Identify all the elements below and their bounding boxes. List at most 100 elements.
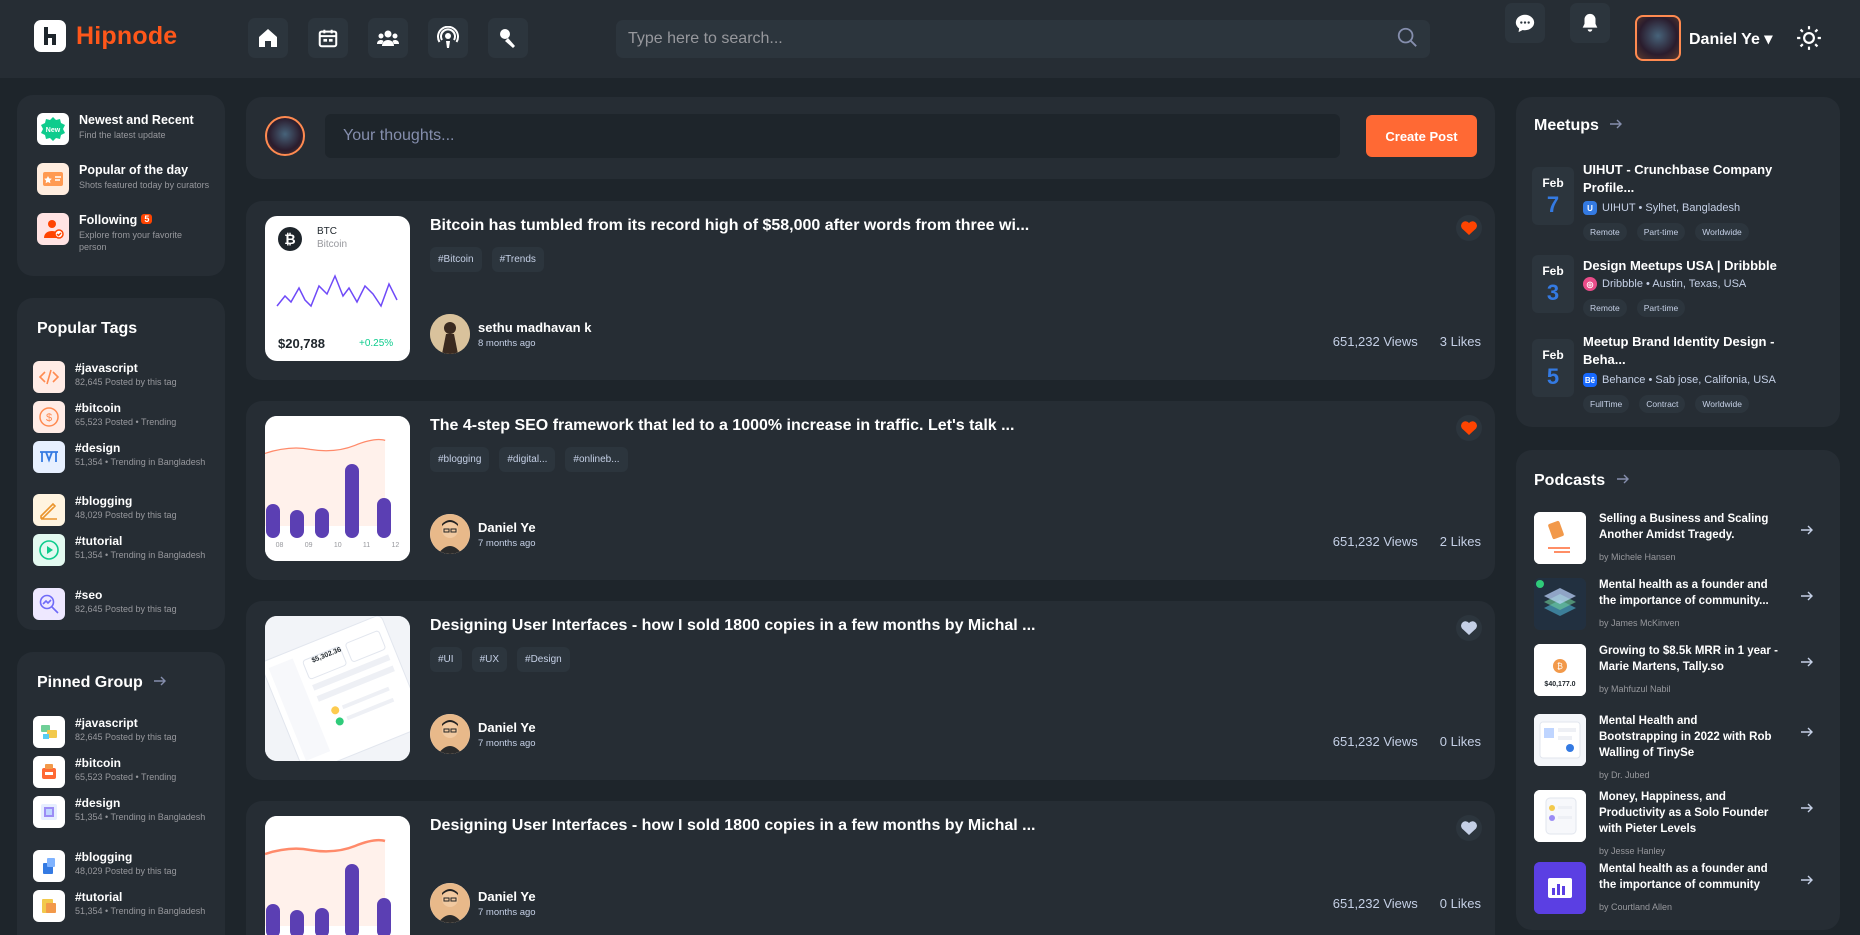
group-name: #blogging xyxy=(75,850,133,864)
group-thumb-icon xyxy=(33,796,65,828)
dashboard-thumbnail xyxy=(265,616,410,761)
svg-text:$: $ xyxy=(46,412,52,424)
post-author[interactable]: sethu madhavan k 8 months ago xyxy=(430,314,591,354)
meetup-month: Feb xyxy=(1542,348,1564,362)
post-tag[interactable]: #blogging xyxy=(430,447,490,472)
post-author[interactable]: Daniel Ye 7 months ago xyxy=(430,883,536,923)
axis-label: 11 xyxy=(362,542,371,549)
post-tag[interactable]: #UI xyxy=(430,647,462,672)
calendar-icon[interactable] xyxy=(308,18,348,58)
post-title[interactable]: Designing User Interfaces - how I sold 1… xyxy=(430,617,1035,635)
heart-icon[interactable] xyxy=(1456,615,1482,641)
pinned-group-item[interactable]: #javascript 82,645 Posted by this tag xyxy=(33,716,219,748)
popular-tag-item[interactable]: $ #bitcoin 65,523 Posted • Trending xyxy=(33,401,219,433)
following-icon xyxy=(37,213,69,245)
hipnode-logo-icon xyxy=(34,20,66,52)
arrow-right-icon[interactable] xyxy=(1800,524,1814,536)
composer-avatar xyxy=(265,116,305,156)
home-icon[interactable] xyxy=(248,18,288,58)
author-avatar xyxy=(430,514,470,554)
post-composer: Create Post xyxy=(246,97,1495,179)
thoughts-input[interactable] xyxy=(325,114,1340,158)
theme-toggle-icon[interactable] xyxy=(1796,25,1822,56)
popular-tag-item[interactable]: #design 51,354 • Trending in Bangladesh xyxy=(33,441,219,473)
feed-newest[interactable]: New Newest and Recent Find the latest up… xyxy=(37,113,194,145)
arrow-right-icon[interactable] xyxy=(1800,590,1814,602)
top-bar: Hipnode Daniel Ye ▾ xyxy=(0,0,1860,78)
post-thumbnail[interactable]: 08 09 10 11 12 xyxy=(265,416,410,561)
meetup-tag: FullTime xyxy=(1583,395,1630,413)
post-tag[interactable]: #Trends xyxy=(491,247,544,272)
pinned-group-item[interactable]: #design 51,354 • Trending in Bangladesh xyxy=(33,796,219,828)
post-author[interactable]: Daniel Ye 7 months ago xyxy=(430,714,536,754)
meetup-tag: Contract xyxy=(1639,395,1686,413)
feed-title: Popular of the day xyxy=(79,163,189,177)
tag-name: #javascript xyxy=(75,361,138,375)
popular-tag-item[interactable]: #javascript 82,645 Posted by this tag xyxy=(33,361,219,393)
user-avatar[interactable] xyxy=(1635,15,1681,61)
pinned-group-item[interactable]: #tutorial 51,354 • Trending in Bangladesh xyxy=(33,890,219,922)
arrow-right-icon[interactable] xyxy=(1800,656,1814,668)
feed-title: Newest and Recent xyxy=(79,113,194,127)
meetup-tag: Remote xyxy=(1583,223,1627,241)
podcast-author: by Dr. Jubed xyxy=(1599,770,1650,780)
tag-stats: 82,645 Posted by this tag xyxy=(75,377,177,387)
post-title[interactable]: Designing User Interfaces - how I sold 1… xyxy=(430,817,1035,835)
podcast-thumbnail xyxy=(1534,578,1586,630)
post-card[interactable]: 08 09 10 11 12 The 4-step SEO framework … xyxy=(246,401,1495,580)
heart-icon[interactable] xyxy=(1456,215,1482,241)
post-tag[interactable]: #digital... xyxy=(499,447,556,472)
pinned-group-item[interactable]: #blogging 48,029 Posted by this tag xyxy=(33,850,219,882)
logo[interactable]: Hipnode xyxy=(34,20,177,52)
search-input[interactable] xyxy=(628,30,1396,48)
meetup-month: Feb xyxy=(1542,176,1564,190)
heart-icon[interactable] xyxy=(1456,815,1482,841)
meetups-title[interactable]: Meetups xyxy=(1534,117,1623,135)
meetup-tag: Remote xyxy=(1583,299,1627,317)
arrow-right-icon[interactable] xyxy=(1800,874,1814,886)
post-title[interactable]: The 4-step SEO framework that led to a 1… xyxy=(430,417,1014,435)
notifications-icon[interactable] xyxy=(1570,3,1610,43)
post-card[interactable]: $5,302.36 Designing User Interfaces - ho… xyxy=(246,601,1495,780)
pinned-group-item[interactable]: #bitcoin 65,523 Posted • Trending xyxy=(33,756,219,788)
btc-sparkline xyxy=(276,274,398,308)
arrow-right-icon[interactable] xyxy=(1800,726,1814,738)
podcast-icon[interactable] xyxy=(428,18,468,58)
post-thumbnail[interactable]: $5,302.36 xyxy=(265,616,410,761)
post-card[interactable]: ₿ BTC Bitcoin $20,788 +0.25% Bitcoin has… xyxy=(246,201,1495,380)
feed-following[interactable]: Following 5 Explore from your favorite pe… xyxy=(37,213,199,253)
post-card[interactable]: Designing User Interfaces - how I sold 1… xyxy=(246,801,1495,935)
heart-icon[interactable] xyxy=(1456,415,1482,441)
post-tag[interactable]: #Design xyxy=(517,647,570,672)
interview-icon[interactable] xyxy=(488,18,528,58)
search-icon[interactable] xyxy=(1396,26,1418,53)
podcast-author: by Michele Hansen xyxy=(1599,552,1676,562)
post-author[interactable]: Daniel Ye 7 months ago xyxy=(430,514,536,554)
post-tag[interactable]: #UX xyxy=(471,647,508,672)
post-tag[interactable]: #Bitcoin xyxy=(430,247,482,272)
group-name: #javascript xyxy=(75,716,138,730)
post-title[interactable]: Bitcoin has tumbled from its record high… xyxy=(430,217,1029,235)
popular-tag-item[interactable]: #blogging 48,029 Posted by this tag xyxy=(33,494,219,526)
arrow-right-icon xyxy=(1616,474,1629,484)
popular-tag-item[interactable]: #seo 82,645 Posted by this tag xyxy=(33,588,219,620)
user-menu[interactable]: Daniel Ye ▾ xyxy=(1689,29,1772,49)
create-post-button[interactable]: Create Post xyxy=(1366,115,1477,157)
post-thumbnail[interactable]: ₿ BTC Bitcoin $20,788 +0.25% xyxy=(265,216,410,361)
svg-text:New: New xyxy=(46,127,61,134)
messages-icon[interactable] xyxy=(1505,3,1545,43)
popular-tag-item[interactable]: #tutorial 51,354 • Trending in Bangladesh xyxy=(33,534,219,566)
pinned-group-title[interactable]: Pinned Group xyxy=(37,674,167,692)
group-name: #tutorial xyxy=(75,890,123,904)
podcasts-title[interactable]: Podcasts xyxy=(1534,472,1630,490)
tag-stats: 65,523 Posted • Trending xyxy=(75,417,177,427)
groups-icon[interactable] xyxy=(368,18,408,58)
post-tag[interactable]: #onlineb... xyxy=(565,447,628,472)
feed-subtitle: Shots featured today by curators xyxy=(79,180,210,190)
post-thumbnail[interactable] xyxy=(265,816,410,935)
feed-popular[interactable]: Popular of the day Shots featured today … xyxy=(37,163,209,195)
pen-icon xyxy=(33,494,65,526)
podcast-title: Mental Health and Bootstrapping in 2022 … xyxy=(1599,715,1772,759)
feed-subtitle: Explore from your favorite person xyxy=(79,230,183,253)
arrow-right-icon[interactable] xyxy=(1800,802,1814,814)
